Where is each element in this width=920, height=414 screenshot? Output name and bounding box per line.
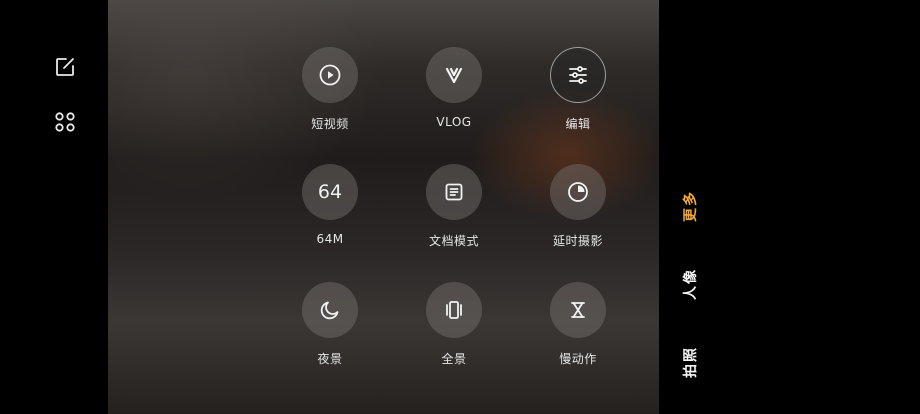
tab-photo[interactable]: 拍照 — [672, 340, 708, 384]
mode-circle — [302, 282, 358, 338]
hourglass-icon — [571, 302, 585, 318]
mode-label: VLOG — [436, 115, 472, 129]
mode-circle — [550, 282, 606, 338]
mode-label: 全景 — [441, 352, 467, 366]
tab-label: 人像 — [683, 268, 699, 300]
tab-more[interactable]: 更多 — [672, 184, 708, 228]
mode-circle — [426, 282, 482, 338]
mode-circle — [550, 164, 606, 220]
moon-icon — [320, 301, 339, 320]
mode-timelapse-button[interactable]: 延时摄影 — [538, 164, 618, 254]
mode-circle-selected — [550, 47, 606, 103]
mode-edit-button[interactable]: 编辑 — [538, 47, 618, 137]
mode-label: 64M — [316, 232, 344, 246]
mode-short-video-button[interactable]: 短视频 — [290, 47, 370, 137]
edit-icon[interactable] — [50, 52, 80, 82]
mode-64m-button[interactable]: 64 64M — [290, 164, 370, 254]
mode-night-button[interactable]: 夜景 — [290, 282, 370, 372]
mode-circle — [426, 47, 482, 103]
mode-document-button[interactable]: 文档模式 — [414, 164, 494, 254]
mode-panorama-button[interactable]: 全景 — [414, 282, 494, 372]
sliders-icon — [569, 66, 587, 84]
64m-icon: 64 — [317, 181, 343, 203]
left-toolbar — [0, 0, 108, 414]
mode-vlog-button[interactable]: VLOG — [414, 47, 494, 137]
mode-slow-motion-button[interactable]: 慢动作 — [538, 282, 618, 372]
mode-circle — [426, 164, 482, 220]
mode-label: 编辑 — [565, 117, 591, 131]
camera-viewfinder: 短视频 VLOG 编辑 64 64M 文档模式 延时摄影 夜景 全景 慢动作 — [108, 0, 659, 414]
panorama-icon — [446, 301, 462, 319]
mode-label: 短视频 — [311, 117, 349, 131]
mode-label: 夜景 — [317, 352, 343, 366]
play-circle-icon — [319, 64, 341, 86]
mode-circle: 64 — [302, 164, 358, 220]
grid-dots-icon[interactable] — [50, 107, 80, 137]
tab-label: 拍照 — [683, 346, 699, 378]
tab-portrait[interactable]: 人像 — [672, 262, 708, 306]
timelapse-pie-icon — [568, 182, 588, 202]
mode-label: 文档模式 — [428, 234, 479, 248]
mode-circle — [302, 47, 358, 103]
tab-label: 更多 — [683, 190, 699, 222]
mode-label: 慢动作 — [559, 352, 597, 366]
vlog-v-icon — [445, 67, 463, 84]
mode-label: 延时摄影 — [552, 234, 603, 248]
document-icon — [445, 183, 463, 201]
